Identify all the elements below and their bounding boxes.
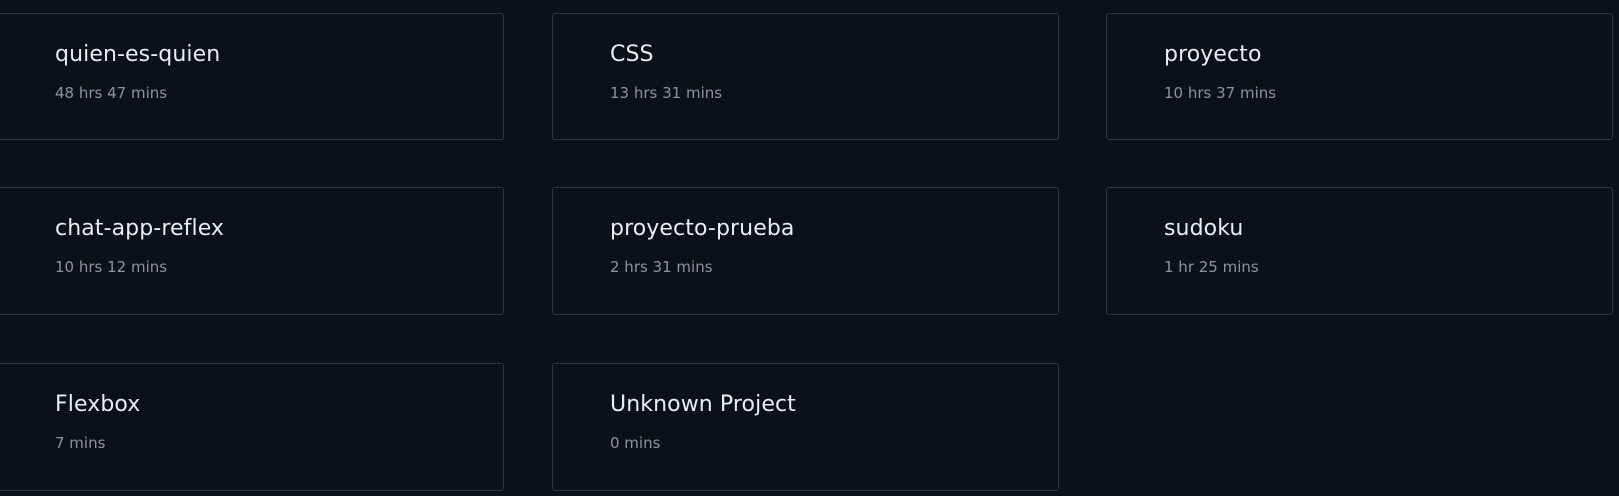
project-card[interactable]: Flexbox 7 mins bbox=[0, 363, 504, 491]
project-name: CSS bbox=[610, 42, 654, 67]
project-time: 0 mins bbox=[610, 434, 661, 452]
project-card[interactable]: CSS 13 hrs 31 mins bbox=[552, 13, 1059, 140]
project-time: 2 hrs 31 mins bbox=[610, 258, 713, 276]
project-name: Unknown Project bbox=[610, 392, 796, 417]
project-name: proyecto bbox=[1164, 42, 1262, 67]
project-card[interactable]: proyecto-prueba 2 hrs 31 mins bbox=[552, 187, 1059, 315]
project-time: 7 mins bbox=[55, 434, 106, 452]
project-name: Flexbox bbox=[55, 392, 141, 417]
project-time: 10 hrs 12 mins bbox=[55, 258, 168, 276]
project-time: 1 hr 25 mins bbox=[1164, 258, 1259, 276]
project-card[interactable]: quien-es-quien 48 hrs 47 mins bbox=[0, 13, 504, 140]
projects-grid: quien-es-quien 48 hrs 47 mins CSS 13 hrs… bbox=[0, 0, 1619, 496]
project-card[interactable]: sudoku 1 hr 25 mins bbox=[1106, 187, 1613, 315]
project-name: proyecto-prueba bbox=[610, 216, 795, 241]
project-name: sudoku bbox=[1164, 216, 1244, 241]
project-time: 13 hrs 31 mins bbox=[610, 84, 723, 102]
project-time: 10 hrs 37 mins bbox=[1164, 84, 1277, 102]
project-card[interactable]: proyecto 10 hrs 37 mins bbox=[1106, 13, 1613, 140]
project-card[interactable]: chat-app-reflex 10 hrs 12 mins bbox=[0, 187, 504, 315]
project-name: quien-es-quien bbox=[55, 42, 221, 67]
project-time: 48 hrs 47 mins bbox=[55, 84, 168, 102]
project-card[interactable]: Unknown Project 0 mins bbox=[552, 363, 1059, 491]
project-name: chat-app-reflex bbox=[55, 216, 225, 241]
